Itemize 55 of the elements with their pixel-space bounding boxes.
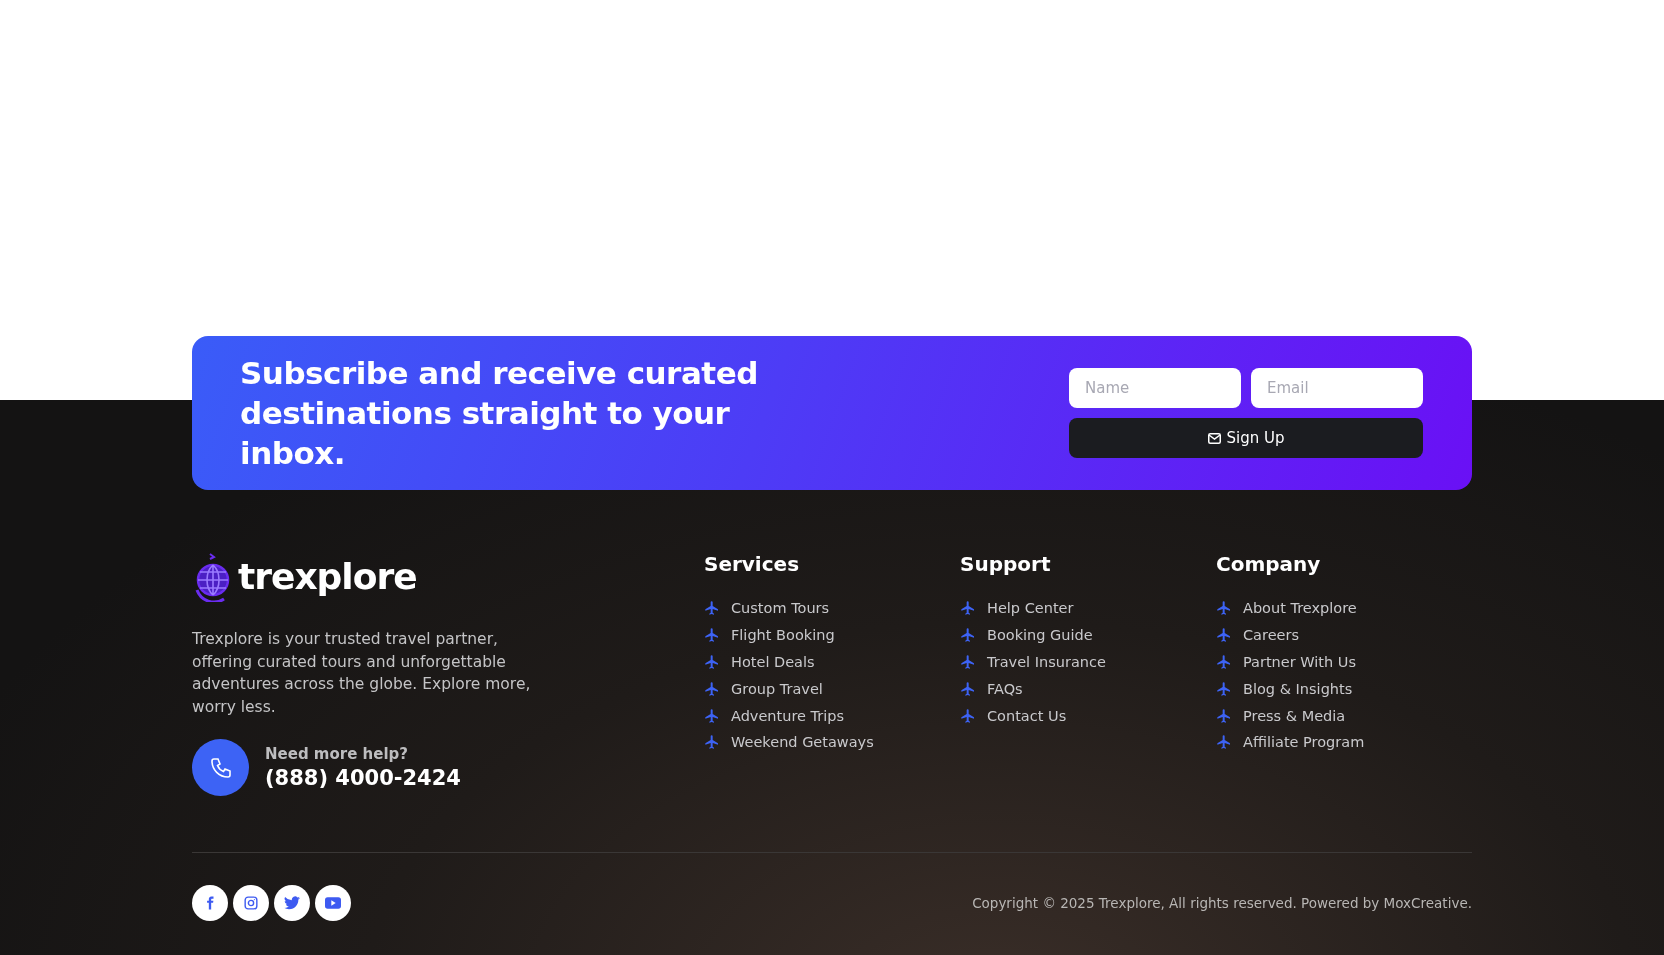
airplane-icon (704, 600, 720, 617)
brand-description: Trexplore is your trusted travel partner, offering curated tours and unforgettable adventures across the globe. Explore more, worry less. (192, 629, 532, 718)
brand-logo-text: trexplore (238, 555, 417, 599)
airplane-icon (1216, 734, 1232, 751)
footer-link[interactable]: Press & Media (1243, 707, 1346, 724)
footer-link[interactable]: FAQs (987, 680, 1023, 697)
airplane-icon (704, 707, 720, 724)
footer-link[interactable]: Affiliate Program (1243, 734, 1365, 751)
subscribe-heading: Subscribe and receive curated destinations straight to your inbox. (240, 354, 759, 473)
column-heading: Support (960, 551, 1052, 578)
name-field[interactable]: Name (1069, 368, 1241, 408)
youtube-icon (325, 897, 341, 909)
footer-link[interactable]: Blog & Insights (1243, 680, 1353, 697)
airplane-icon (1216, 600, 1232, 617)
footer-link[interactable]: Help Center (987, 600, 1074, 617)
footer-link[interactable]: Travel Insurance (987, 654, 1106, 670)
mail-icon (1207, 432, 1221, 444)
social-link-button[interactable] (274, 885, 310, 921)
airplane-icon (960, 627, 976, 644)
footer-link[interactable]: Hotel Deals (731, 654, 815, 670)
footer-link[interactable]: Adventure Trips (731, 707, 845, 724)
airplane-icon (704, 654, 720, 670)
column-heading: Services (704, 551, 801, 578)
social-link-button[interactable] (233, 885, 269, 921)
airplane-icon (1216, 627, 1232, 644)
column-heading: Company (1216, 551, 1322, 578)
twitter-bird-icon (284, 896, 300, 910)
sign-up-button[interactable]: Sign Up (1069, 418, 1423, 458)
airplane-icon (1216, 707, 1232, 724)
airplane-icon (960, 707, 976, 724)
footer-link[interactable]: Group Travel (731, 680, 823, 697)
footer-link[interactable]: Careers (1243, 627, 1299, 644)
airplane-icon (704, 680, 720, 697)
airplane-icon (1216, 654, 1232, 670)
footer-link[interactable]: Booking Guide (987, 627, 1093, 644)
footer-link[interactable]: Flight Booking (731, 627, 835, 644)
footer-link[interactable]: Partner With Us (1243, 654, 1356, 670)
airplane-icon (960, 600, 976, 617)
instagram-icon (244, 896, 258, 910)
phone-icon (192, 739, 249, 796)
airplane-icon (960, 654, 976, 670)
social-link-button[interactable] (192, 885, 228, 921)
copyright-text: Copyright © 2025 Trexplore, All rights reserved. Powered by MoxCreative. (972, 895, 1472, 911)
airplane-icon (704, 734, 720, 751)
airplane-icon (704, 627, 720, 644)
footer-link[interactable]: Contact Us (987, 707, 1067, 724)
phone-number: (888) 4000-2424 (265, 764, 461, 792)
email-field[interactable]: Email (1251, 368, 1423, 408)
footer-link[interactable]: About Trexplore (1243, 600, 1357, 617)
airplane-icon (1216, 680, 1232, 697)
help-label: Need more help? (265, 743, 410, 764)
airplane-icon (960, 680, 976, 697)
social-link-button[interactable] (315, 885, 351, 921)
footer-link[interactable]: Weekend Getaways (731, 734, 874, 751)
footer-link[interactable]: Custom Tours (731, 600, 830, 617)
